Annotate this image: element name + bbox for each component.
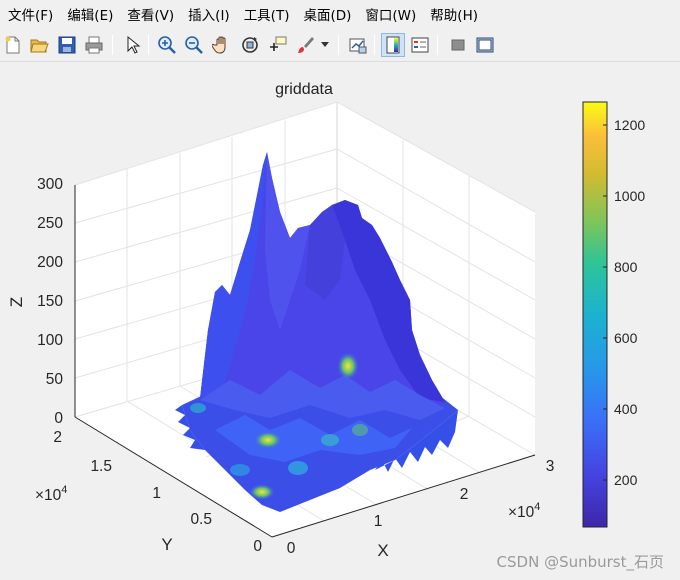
- y-tick-2: 2: [53, 429, 62, 446]
- colorbar[interactable]: 200 400 600 800 1000 1200: [582, 101, 645, 528]
- z-tick-200: 200: [37, 254, 63, 271]
- rotate-3d-icon[interactable]: [238, 33, 262, 57]
- z-tick-250: 250: [37, 215, 63, 232]
- menu-file[interactable]: 文件(F): [2, 1, 59, 27]
- menu-help[interactable]: 帮助(H): [424, 1, 484, 27]
- colorbar-tick-600: 600: [614, 330, 638, 346]
- show-plot-tools-icon[interactable]: [473, 33, 497, 57]
- zoom-out-icon[interactable]: [182, 33, 206, 57]
- z-tick-150: 150: [37, 293, 63, 310]
- z-tick-0: 0: [54, 410, 63, 427]
- dropdown-arrow-icon[interactable]: [318, 33, 332, 57]
- colorbar-tick-800: 800: [614, 259, 638, 275]
- open-file-icon[interactable]: [27, 33, 51, 57]
- menu-window[interactable]: 窗口(W): [359, 1, 422, 27]
- link-plot-icon[interactable]: [346, 33, 370, 57]
- y-axis-label: Y: [161, 535, 172, 554]
- menu-bar: 文件(F) 编辑(E) 查看(V) 插入(I) 工具(T) 桌面(D) 窗口(W…: [0, 0, 680, 28]
- menu-tools[interactable]: 工具(T): [238, 1, 296, 27]
- y-tick-0: 0: [253, 538, 262, 555]
- x-tick-0: 0: [287, 540, 296, 557]
- x-tick-1: 1: [374, 513, 383, 530]
- menu-insert[interactable]: 插入(I): [182, 1, 236, 27]
- z-tick-100: 100: [37, 332, 63, 349]
- pan-hand-icon[interactable]: [210, 33, 234, 57]
- hide-plot-tools-icon[interactable]: [446, 33, 470, 57]
- z-tick-300: 300: [37, 176, 63, 193]
- print-icon[interactable]: [82, 33, 106, 57]
- data-cursor-icon[interactable]: [266, 33, 290, 57]
- surface-plot[interactable]: griddata 0 50 100 150 200 250 300 Z 2 1.…: [0, 62, 680, 580]
- colorbar-tick-400: 400: [614, 401, 638, 417]
- y-tick-1-5: 1.5: [90, 458, 112, 475]
- save-icon[interactable]: [55, 33, 79, 57]
- insert-legend-icon[interactable]: [408, 33, 432, 57]
- menu-edit[interactable]: 编辑(E): [61, 1, 119, 27]
- z-axis-label: Z: [7, 297, 26, 307]
- plot-title: griddata: [275, 81, 333, 98]
- menu-desktop[interactable]: 桌面(D): [297, 1, 357, 27]
- figure-canvas: griddata 0 50 100 150 200 250 300 Z 2 1.…: [0, 62, 680, 580]
- menu-view[interactable]: 查看(V): [121, 1, 180, 27]
- x-axis-label: X: [377, 541, 388, 560]
- y-tick-1: 1: [152, 485, 161, 502]
- y-exponent: ×104: [35, 484, 67, 504]
- new-figure-icon[interactable]: [1, 33, 25, 57]
- z-axis-ticks: 0 50 100 150 200 250 300: [37, 176, 63, 427]
- y-tick-0-5: 0.5: [190, 511, 212, 528]
- colorbar-tick-1200: 1200: [614, 117, 645, 133]
- colorbar-tick-200: 200: [614, 472, 638, 488]
- colorbar-tick-1000: 1000: [614, 188, 645, 204]
- pointer-icon[interactable]: [120, 33, 144, 57]
- z-tick-50: 50: [46, 371, 64, 388]
- x-exponent: ×104: [508, 501, 540, 521]
- zoom-in-icon[interactable]: [155, 33, 179, 57]
- brush-icon[interactable]: [294, 33, 318, 57]
- watermark-text: CSDN @Sunburst_石页: [496, 553, 664, 571]
- x-tick-3: 3: [546, 458, 555, 475]
- figure-toolbar: [0, 28, 680, 62]
- insert-colorbar-icon[interactable]: [381, 33, 405, 57]
- x-tick-2: 2: [460, 486, 469, 503]
